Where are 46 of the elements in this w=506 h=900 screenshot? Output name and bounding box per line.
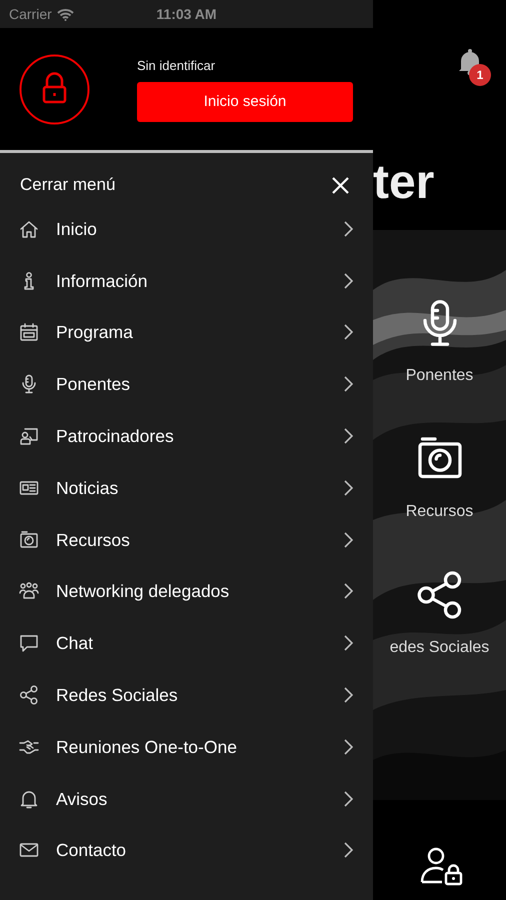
camera-icon	[19, 530, 39, 550]
calendar-icon	[19, 322, 39, 342]
tile-label[interactable]: Recursos	[406, 500, 474, 524]
chevron-icon	[343, 532, 353, 548]
close-menu-label: Cerrar menú	[20, 174, 116, 196]
chevron-icon	[343, 583, 353, 600]
chevron-icon	[343, 687, 353, 704]
chevron-icon	[343, 272, 353, 289]
close-icon[interactable]	[332, 176, 349, 194]
chevron-icon	[343, 324, 353, 340]
people-icon	[19, 581, 39, 602]
menu-item[interactable]: Noticias	[0, 462, 373, 514]
title-fragment: ter	[373, 155, 434, 211]
chevron-icon	[343, 376, 353, 392]
menu-item[interactable]: Información	[0, 254, 373, 307]
clock-label: 11:03 AM	[156, 6, 217, 22]
presentation-icon	[19, 426, 39, 446]
chevron-icon	[343, 480, 353, 496]
tile-label[interactable]: Ponentes	[406, 364, 474, 388]
user-lock-icon[interactable]	[420, 846, 464, 886]
menu-item[interactable]: Redes Sociales	[0, 669, 373, 721]
menu-item[interactable]: Recursos	[0, 514, 373, 566]
menu-item[interactable]: Networking delegados	[0, 566, 373, 618]
menu-item[interactable]: Chat	[0, 617, 373, 670]
menu-item[interactable]: Contacto	[0, 824, 373, 876]
chevron-icon	[343, 220, 353, 237]
menu-item[interactable]: Avisos	[0, 772, 373, 825]
account-status: Sin identificar	[137, 57, 216, 76]
home-icon	[19, 218, 39, 239]
menu-item[interactable]: Reuniones One-to-One	[0, 720, 373, 773]
menu-item[interactable]: Inicio	[0, 203, 373, 255]
chevron-icon	[343, 635, 353, 652]
chevron-icon	[343, 842, 353, 858]
chevron-icon	[343, 790, 353, 807]
chevron-icon	[343, 738, 353, 755]
menu-item[interactable]: Programa	[0, 306, 373, 358]
lock-icon	[19, 54, 90, 124]
login-button[interactable]: Inicio sesión	[137, 82, 353, 122]
chat-icon	[19, 633, 39, 654]
wifi-icon	[56, 8, 74, 20]
share-icon	[19, 685, 39, 706]
menu-item[interactable]: Ponentes	[0, 358, 373, 410]
bell-icon	[19, 788, 39, 809]
chevron-icon	[343, 428, 353, 444]
menu-item[interactable]: Patrocinadores	[0, 410, 373, 462]
carrier-label: Carrier	[9, 4, 52, 24]
